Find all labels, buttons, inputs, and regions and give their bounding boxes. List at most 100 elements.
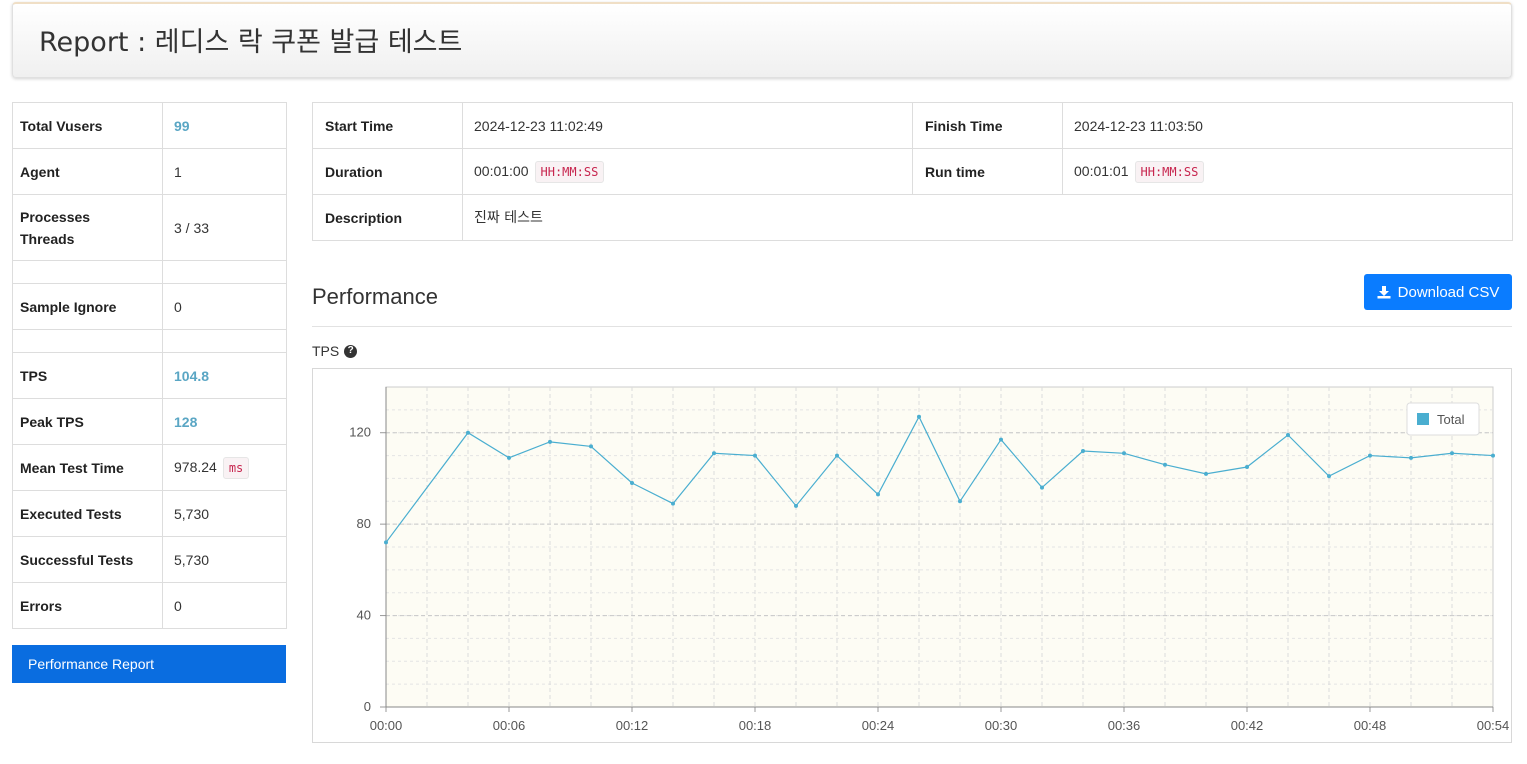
data-point xyxy=(630,481,634,485)
data-point xyxy=(1245,465,1249,469)
stat-label: Sample Ignore xyxy=(12,283,163,330)
section-divider xyxy=(312,326,1512,327)
x-tick-label: 00:42 xyxy=(1231,718,1264,733)
data-point xyxy=(1286,433,1290,437)
stat-value: 3 / 33 xyxy=(162,194,287,261)
legend-label: Total xyxy=(1437,412,1465,427)
stat-value: 0 xyxy=(162,283,287,330)
stat-row-tps: TPS 104.8 xyxy=(12,352,287,399)
stat-row-mean-test-time: Mean Test Time 978.24 ms xyxy=(12,444,287,491)
run-time-cell: 00:01:01 HH:MM:SS xyxy=(1062,148,1513,195)
data-point xyxy=(835,453,839,458)
data-point xyxy=(1081,449,1085,453)
x-tick-label: 00:36 xyxy=(1108,718,1141,733)
data-point xyxy=(753,453,757,458)
tps-chart: 0 40 80 120 00:00 00:06 00:12 00:18 00:24 00:30 00… xyxy=(312,368,1512,743)
data-point xyxy=(589,444,593,449)
total-vusers-link[interactable]: 99 xyxy=(174,118,190,134)
stat-label: Agent xyxy=(12,148,163,195)
x-tick-label: 00:48 xyxy=(1354,718,1387,733)
data-point xyxy=(712,451,716,456)
data-point xyxy=(999,437,1003,442)
stat-row-total-vusers: Total Vusers 99 xyxy=(12,102,287,149)
duration-value: 00:01:00 xyxy=(474,163,529,179)
stat-label: Successful Tests xyxy=(12,536,163,583)
data-point xyxy=(1204,471,1208,476)
data-point xyxy=(1491,453,1495,458)
tps-link[interactable]: 104.8 xyxy=(174,368,209,384)
tps-label-text: TPS xyxy=(312,343,340,359)
finish-time-label: Finish Time xyxy=(912,102,1063,149)
stat-value: 5,730 xyxy=(162,490,287,537)
x-tick-label: 00:24 xyxy=(862,718,895,733)
x-tick-label: 00:06 xyxy=(493,718,526,733)
data-point xyxy=(876,492,880,497)
stat-label: Peak TPS xyxy=(12,398,163,445)
x-tick-label: 00:30 xyxy=(985,718,1018,733)
stat-value: 5,730 xyxy=(162,536,287,583)
data-point xyxy=(384,540,388,545)
stat-row-errors: Errors 0 xyxy=(12,582,287,629)
processes-label: Processes xyxy=(20,208,91,225)
duration-cell: 00:01:00 HH:MM:SS xyxy=(462,148,913,195)
stat-label: Mean Test Time xyxy=(12,444,163,491)
performance-heading: Performance xyxy=(312,284,438,309)
legend-swatch xyxy=(1417,413,1429,425)
stat-row-processes-threads: Processes Threads 3 / 33 xyxy=(12,194,287,261)
data-point xyxy=(794,503,798,508)
threads-label: Threads xyxy=(20,230,75,247)
x-tick-label: 00:18 xyxy=(739,718,772,733)
start-time-value: 2024-12-23 11:02:49 xyxy=(462,102,913,149)
stat-value: 1 xyxy=(162,148,287,195)
y-tick-label: 0 xyxy=(364,699,371,714)
tps-chart-label: TPS ? xyxy=(312,343,358,359)
stat-row-peak-tps: Peak TPS 128 xyxy=(12,398,287,445)
data-point xyxy=(1327,474,1331,479)
unit-badge: ms xyxy=(222,457,250,479)
stat-row-spacer xyxy=(12,260,287,284)
stat-row-agent: Agent 1 xyxy=(12,148,287,195)
report-header: Report : 레디스 락 쿠폰 발급 테스트 xyxy=(12,2,1512,78)
description-label: Description xyxy=(312,194,463,241)
summary-stats-table: Total Vusers 99 Agent 1 Processes Thread… xyxy=(12,102,287,629)
duration-label: Duration xyxy=(312,148,463,195)
data-point xyxy=(1368,453,1372,458)
stat-label: Total Vusers xyxy=(12,102,163,149)
data-point xyxy=(548,439,552,444)
data-point xyxy=(1040,485,1044,490)
x-tick-label: 00:00 xyxy=(370,718,403,733)
download-csv-button[interactable]: Download CSV xyxy=(1364,274,1512,310)
stat-label: TPS xyxy=(12,352,163,399)
run-time-label: Run time xyxy=(912,148,1063,195)
peak-tps-link[interactable]: 128 xyxy=(174,414,197,430)
stat-label: Errors xyxy=(12,582,163,629)
stat-label: Executed Tests xyxy=(12,490,163,537)
stat-value: 978.24 ms xyxy=(162,444,287,491)
data-point xyxy=(671,501,675,506)
stat-row-executed-tests: Executed Tests 5,730 xyxy=(12,490,287,537)
stat-row-spacer xyxy=(12,329,287,353)
info-row-durations: Duration 00:01:00 HH:MM:SS Run time 00:01… xyxy=(312,148,1513,195)
help-icon[interactable]: ? xyxy=(344,344,358,358)
stat-row-sample-ignore: Sample Ignore 0 xyxy=(12,283,287,330)
stat-value: 0 xyxy=(162,582,287,629)
y-tick-label: 40 xyxy=(357,608,371,623)
y-tick-label: 80 xyxy=(357,516,371,531)
performance-report-button[interactable]: Performance Report xyxy=(12,645,286,683)
page-title: Report : 레디스 락 쿠폰 발급 테스트 xyxy=(39,27,463,58)
y-tick-label: 120 xyxy=(349,425,371,440)
data-point xyxy=(507,455,511,460)
download-csv-label: Download CSV xyxy=(1397,283,1500,301)
x-tick-label: 00:54 xyxy=(1477,718,1510,733)
tps-chart-svg: 0 40 80 120 00:00 00:06 00:12 00:18 00:24 00:30 00… xyxy=(349,386,1510,733)
stat-row-successful-tests: Successful Tests 5,730 xyxy=(12,536,287,583)
x-tick-label: 00:12 xyxy=(616,718,649,733)
unit-badge: HH:MM:SS xyxy=(534,161,605,183)
data-point xyxy=(1409,455,1413,460)
info-row-times: Start Time 2024-12-23 11:02:49 Finish Ti… xyxy=(312,102,1513,149)
data-point xyxy=(1163,462,1167,467)
download-icon xyxy=(1377,286,1391,299)
description-value: 진짜 테스트 xyxy=(462,194,1513,241)
data-point xyxy=(1122,451,1126,456)
info-row-description: Description 진짜 테스트 xyxy=(312,194,1513,241)
